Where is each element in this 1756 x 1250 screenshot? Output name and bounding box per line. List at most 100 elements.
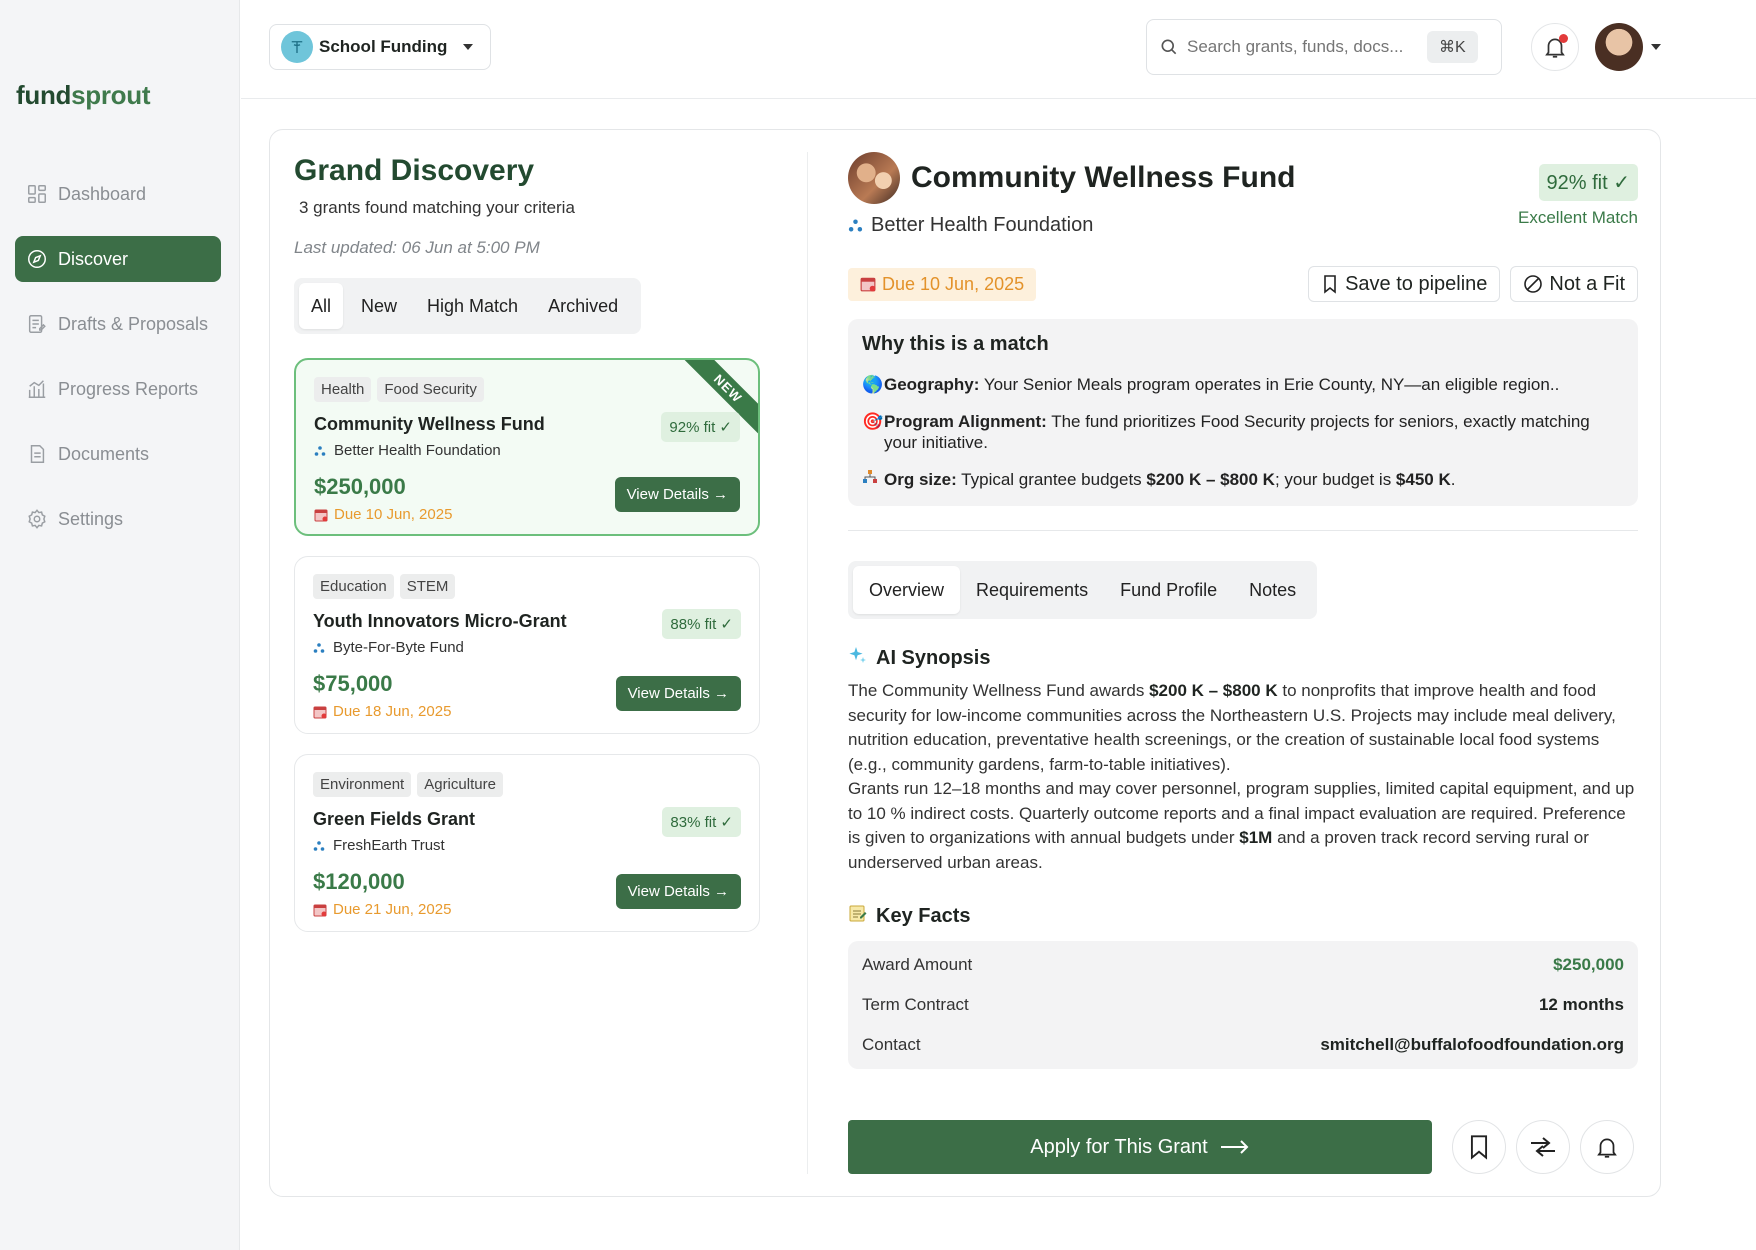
org-chart-icon <box>862 469 884 490</box>
grant-org: Byte-For-Byte Fund <box>313 639 741 656</box>
view-details-button[interactable]: View Details → <box>614 477 740 512</box>
sparkle-icon <box>848 645 876 671</box>
ban-icon <box>1524 275 1543 293</box>
fund-image <box>848 152 900 204</box>
discovery-panel: Grand Discovery 3 grants found matching … <box>269 129 1661 1197</box>
fit-badge: 83% fit ✓ <box>662 807 741 837</box>
alert-button[interactable] <box>1580 1120 1634 1174</box>
tag: Health <box>314 377 372 402</box>
detail-title: Community Wellness Fund <box>911 161 1296 194</box>
match-reasons-title: Why this is a match <box>862 333 1049 355</box>
tag: Environment <box>313 772 412 797</box>
grant-card[interactable]: Education STEM Youth Innovators Micro-Gra… <box>294 556 760 734</box>
sidebar-item-label: Dashboard <box>58 183 147 204</box>
grant-org: FreshEarth Trust <box>313 837 741 854</box>
calendar-icon <box>860 277 876 292</box>
key-facts-heading: Key Facts <box>848 903 1638 929</box>
bookmark-button[interactable] <box>1452 1120 1506 1174</box>
calendar-icon <box>313 706 327 718</box>
tag: Education <box>313 574 394 599</box>
last-updated: Last updated: 06 Jun at 5:00 PM <box>294 238 540 257</box>
fit-badge: 88% fit ✓ <box>662 609 741 639</box>
org-icon <box>313 840 325 851</box>
grant-card[interactable]: Environment Agriculture Green Fields Gran… <box>294 754 760 932</box>
sidebar-item-progress[interactable]: Progress Reports <box>15 366 221 412</box>
grant-detail-section: Community Wellness Fund 92% fit ✓ Excell… <box>848 152 1638 1069</box>
document-icon <box>30 445 45 463</box>
chevron-down-icon[interactable] <box>1651 44 1661 50</box>
match-reasons: Why this is a match 🌎 Geography: Your Sen… <box>848 319 1638 506</box>
grant-org: Better Health Foundation <box>314 442 740 459</box>
calendar-icon <box>313 904 327 916</box>
topbar: School Funding ⌘K <box>241 0 1756 99</box>
compare-button[interactable] <box>1516 1120 1570 1174</box>
apply-bar: Apply for This Grant <box>848 1118 1638 1174</box>
results-count: 3 grants found matching your criteria <box>299 198 575 217</box>
tab-all[interactable]: All <box>299 283 344 329</box>
chart-icon <box>28 380 46 398</box>
fact-row: Award Amount $250,000 <box>862 955 1624 974</box>
globe-icon: 🌎 <box>862 375 884 394</box>
contact-email[interactable]: smitchell@buffalofoodfoundation.org <box>1320 1035 1624 1055</box>
tag: Agriculture <box>417 772 503 797</box>
memo-icon <box>848 903 876 929</box>
search-bar[interactable]: ⌘K <box>1146 19 1502 75</box>
tab-requirements[interactable]: Requirements <box>960 566 1104 614</box>
org-icon <box>314 445 326 456</box>
sidebar-item-label: Progress Reports <box>58 378 199 399</box>
fit-badge: 92% fit ✓ <box>661 412 740 442</box>
tab-fund-profile[interactable]: Fund Profile <box>1104 566 1233 614</box>
fact-row: Term Contract 12 months <box>862 995 1624 1014</box>
view-details-button[interactable]: View Details → <box>615 676 741 711</box>
section-divider <box>848 530 1638 531</box>
sidebar: fundsprout Dashboard Discover Drafts & P… <box>0 0 240 1250</box>
sidebar-item-label: Documents <box>58 443 150 464</box>
tab-high-match[interactable]: High Match <box>415 283 530 329</box>
not-a-fit-button[interactable]: Not a Fit <box>1510 266 1638 302</box>
match-reason: 🎯 Program Alignment: The fund prioritizes… <box>862 412 1590 452</box>
workspace-name: School Funding <box>319 37 448 56</box>
match-reason: Org size: Typical grantee budgets $200 K… <box>862 469 1624 490</box>
dashboard-icon <box>28 185 46 203</box>
search-input[interactable] <box>1187 37 1427 57</box>
sidebar-item-dashboard[interactable]: Dashboard <box>15 171 221 217</box>
sidebar-item-settings[interactable]: Settings <box>15 496 221 542</box>
view-details-button[interactable]: View Details → <box>615 874 741 909</box>
arrow-right-icon <box>1220 1140 1249 1154</box>
apply-button[interactable]: Apply for This Grant <box>848 1120 1432 1174</box>
sidebar-item-label: Drafts & Proposals <box>58 313 209 334</box>
app-logo[interactable]: fundsprout <box>16 80 151 111</box>
gear-icon <box>28 509 46 529</box>
save-to-pipeline-button[interactable]: Save to pipeline <box>1308 266 1501 302</box>
detail-header: Community Wellness Fund <box>848 152 1638 204</box>
due-badge: Due 10 Jun, 2025 <box>848 267 1037 301</box>
detail-actions: Due 10 Jun, 2025 Save to pipeline Not a … <box>848 266 1638 302</box>
tab-notes[interactable]: Notes <box>1233 566 1312 614</box>
sidebar-item-discover[interactable]: Discover <box>15 236 221 282</box>
org-icon <box>313 642 325 653</box>
sidebar-item-label: Settings <box>58 508 124 529</box>
sidebar-item-label: Discover <box>58 248 129 269</box>
panel-divider <box>807 152 808 1174</box>
tab-archived[interactable]: Archived <box>536 283 630 329</box>
tab-overview[interactable]: Overview <box>853 566 961 614</box>
user-avatar[interactable] <box>1595 23 1643 71</box>
target-icon: 🎯 <box>862 412 884 431</box>
compass-icon <box>28 250 46 268</box>
search-shortcut: ⌘K <box>1427 31 1478 63</box>
workspace-avatar <box>281 31 313 63</box>
match-reason: 🌎 Geography: Your Senior Meals program op… <box>862 375 1560 394</box>
notifications-button[interactable] <box>1531 23 1579 71</box>
workspace-selector[interactable]: School Funding <box>269 24 491 70</box>
sidebar-item-documents[interactable]: Documents <box>15 431 221 477</box>
bell-icon <box>1597 1138 1617 1158</box>
synopsis-text: The Community Wellness Fund awards $200 … <box>848 681 1635 872</box>
tab-new[interactable]: New <box>349 283 409 329</box>
calendar-icon <box>314 509 328 521</box>
sidebar-item-drafts[interactable]: Drafts & Proposals <box>15 301 221 347</box>
tag: STEM <box>399 574 456 599</box>
org-icon <box>848 219 863 232</box>
page-title: Grand Discovery <box>294 154 535 187</box>
notification-dot <box>1559 34 1568 43</box>
grant-card[interactable]: NEW Health Food Security Community Wellne… <box>294 358 760 536</box>
